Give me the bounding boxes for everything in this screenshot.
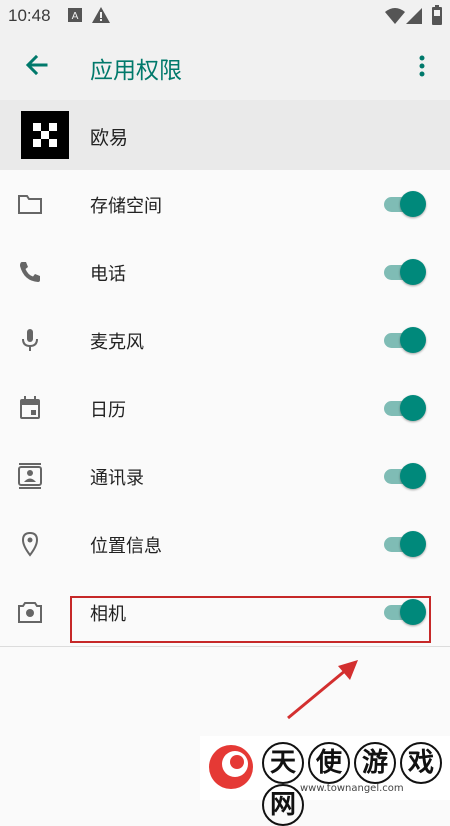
battery-icon xyxy=(432,5,442,25)
calendar-toggle[interactable] xyxy=(382,395,428,421)
wifi-icon xyxy=(385,8,405,24)
app-header: 欧易 xyxy=(0,100,450,170)
okx-logo-icon xyxy=(33,123,57,147)
camera-icon xyxy=(18,602,42,623)
status-time: 10:48 xyxy=(8,6,51,25)
watermark-char: 游 xyxy=(354,742,396,784)
more-vert-icon[interactable] xyxy=(412,52,432,80)
permission-label: 存储空间 xyxy=(90,196,162,217)
arrow-back-icon[interactable] xyxy=(20,50,52,82)
signal-icon xyxy=(406,8,422,24)
watermark-char: 使 xyxy=(308,742,350,784)
storage-toggle[interactable] xyxy=(382,191,428,217)
a-notification-icon: A xyxy=(68,8,82,22)
app-name: 欧易 xyxy=(90,127,129,149)
permission-row-storage[interactable]: 存储空间 xyxy=(0,170,450,239)
permission-label: 通讯录 xyxy=(90,468,144,489)
annotation-arrow-icon xyxy=(287,660,358,720)
contacts-toggle[interactable] xyxy=(382,463,428,489)
permission-row-microphone[interactable]: 麦克风 xyxy=(0,306,450,375)
contacts-icon xyxy=(18,463,42,489)
alert-icon xyxy=(92,7,110,23)
location-toggle[interactable] xyxy=(382,531,428,557)
permission-row-location[interactable]: 位置信息 xyxy=(0,510,450,579)
watermark-char: 网 xyxy=(262,784,304,826)
permission-label: 日历 xyxy=(90,400,126,421)
camera-highlight-box xyxy=(70,596,431,643)
watermark-char: 天 xyxy=(262,742,304,784)
permission-row-calendar[interactable]: 日历 xyxy=(0,374,450,443)
permission-label: 麦克风 xyxy=(90,332,144,353)
watermark: 天使游戏网 www.townangel.com xyxy=(200,736,450,826)
permission-label: 电话 xyxy=(90,264,126,285)
location-icon xyxy=(21,531,39,557)
permission-label: 位置信息 xyxy=(90,536,162,557)
calendar-icon xyxy=(20,396,40,419)
app-bar: 应用权限 xyxy=(0,32,450,100)
watermark-url: www.townangel.com xyxy=(300,783,404,794)
svg-text:A: A xyxy=(72,11,79,22)
permission-row-phone[interactable]: 电话 xyxy=(0,238,450,307)
watermark-char: 戏 xyxy=(400,742,442,784)
permission-row-contacts[interactable]: 通讯录 xyxy=(0,442,450,511)
microphone-toggle[interactable] xyxy=(382,327,428,353)
page-title: 应用权限 xyxy=(90,58,182,84)
app-logo xyxy=(21,111,69,159)
watermark-logo-icon xyxy=(209,745,253,789)
phone-toggle[interactable] xyxy=(382,259,428,285)
mic-icon xyxy=(22,329,38,351)
phone-icon xyxy=(20,262,40,282)
status-bar: 10:48 A xyxy=(0,0,450,32)
folder-icon xyxy=(18,195,42,214)
